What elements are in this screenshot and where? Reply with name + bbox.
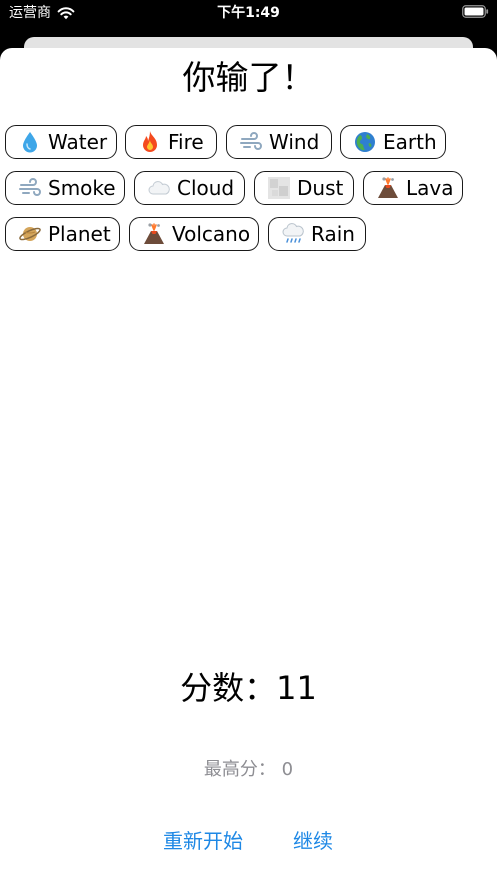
element-chip-planet[interactable]: Planet xyxy=(5,217,120,251)
element-label: Dust xyxy=(297,176,344,200)
fire-icon xyxy=(143,131,157,152)
element-chip-volcano[interactable]: Volcano xyxy=(129,217,259,251)
element-chip-lava[interactable]: Lava xyxy=(363,171,463,205)
element-label: Lava xyxy=(406,176,454,200)
continue-button[interactable]: 继续 xyxy=(293,828,333,856)
element-label: Earth xyxy=(383,130,437,154)
water-drop-icon xyxy=(23,132,37,153)
element-chip-cloud[interactable]: Cloud xyxy=(134,171,245,205)
element-label: Volcano xyxy=(172,222,251,246)
element-label: Water xyxy=(48,130,108,154)
element-label: Rain xyxy=(311,222,355,246)
element-chip-rain[interactable]: Rain xyxy=(268,217,366,251)
score-label: 分数：11 xyxy=(180,669,317,707)
element-chip-dust[interactable]: Dust xyxy=(254,171,354,205)
element-label: Wind xyxy=(269,130,320,154)
battery-icon xyxy=(462,5,489,18)
game-over-title: 你输了！ xyxy=(182,58,315,97)
dust-icon xyxy=(268,177,290,199)
earth-globe-icon xyxy=(355,132,375,152)
element-label: Smoke xyxy=(48,176,116,200)
wind-icon xyxy=(240,132,262,150)
status-time: 下午1:49 xyxy=(217,5,280,21)
element-chip-wind[interactable]: Wind xyxy=(226,125,332,159)
volcano-icon xyxy=(378,177,398,198)
element-chip-fire[interactable]: Fire xyxy=(125,125,217,159)
best-score-label: 最高分： 0 xyxy=(203,759,294,780)
smoke-icon xyxy=(19,178,41,196)
cloud-icon xyxy=(148,181,170,195)
rain-cloud-icon xyxy=(282,223,304,243)
volcano-icon xyxy=(144,223,164,244)
element-label: Planet xyxy=(48,222,111,246)
planet-icon xyxy=(19,227,41,241)
element-chip-water[interactable]: Water xyxy=(5,125,117,159)
element-label: Fire xyxy=(168,130,204,154)
element-chip-earth[interactable]: Earth xyxy=(340,125,446,159)
element-chip-smoke[interactable]: Smoke xyxy=(5,171,125,205)
element-label: Cloud xyxy=(177,176,235,200)
status-bar: 运营商 下午1:49 xyxy=(0,0,497,26)
restart-button[interactable]: 重新开始 xyxy=(163,828,243,856)
